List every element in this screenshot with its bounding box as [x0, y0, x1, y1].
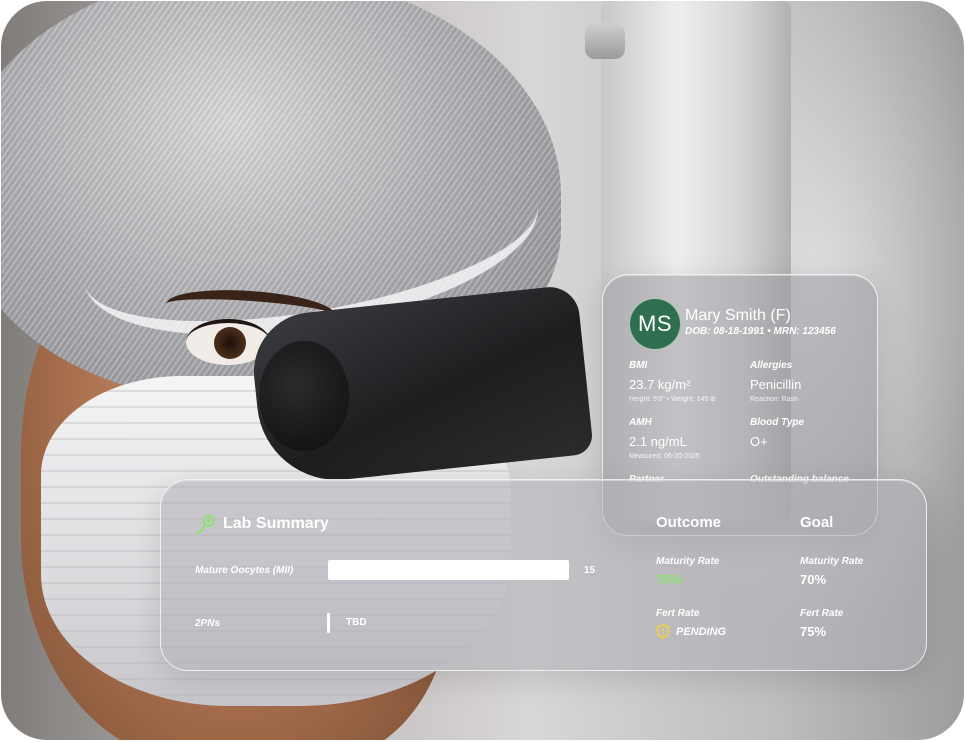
bmi-field: BMI 23.7 kg/m² Height: 5'6" • Weight: 14…: [629, 360, 716, 403]
iris: [214, 327, 246, 359]
lab-summary-card[interactable]: Lab Summary Mature Oocytes (MII) 15 2PNs…: [160, 479, 927, 671]
goal-maturity-value: 70%: [800, 572, 827, 587]
sperm-icon: [196, 515, 215, 534]
outcome-maturity: Maturity Rate 75%: [656, 556, 719, 587]
allergies-field: Allergies Penicillin Reaction: Rash: [750, 360, 801, 403]
amh-field: AMH 2.1 ng/mL Measured: 06-20-2025: [629, 417, 700, 460]
goal-fert-value: 75%: [800, 624, 827, 639]
allergies-label: Allergies: [750, 360, 793, 371]
outcome-heading: Outcome: [656, 514, 722, 531]
blood-type-label: Blood Type: [750, 417, 805, 428]
goal-maturity-label: Maturity Rate: [800, 556, 864, 567]
eyepiece-lens: [259, 341, 349, 451]
amh-sub: Measured: 06-20-2025: [629, 453, 700, 460]
avatar: MS: [629, 298, 681, 350]
2pns-value: TBD: [346, 617, 367, 628]
bmi-label: BMI: [629, 360, 648, 371]
lab-summary-heading: Lab Summary: [195, 513, 329, 535]
lab-summary-title: Lab Summary: [223, 515, 329, 532]
microscope-knob: [585, 23, 625, 59]
amh-value: 2.1 ng/mL: [629, 434, 687, 449]
shield-alert-icon: [656, 624, 670, 639]
blood-type-value: O+: [750, 434, 768, 449]
2pns-label: 2PNs: [195, 618, 221, 629]
mature-oocytes-bar: [328, 560, 569, 580]
outcome-fert-label: Fert Rate: [656, 608, 700, 619]
bmi-sub: Height: 5'6" • Weight: 145 lb: [629, 396, 716, 403]
outcome-fert-value: PENDING: [676, 625, 727, 638]
allergies-value: Penicillin: [750, 377, 802, 392]
patient-name: Mary Smith (F): [685, 307, 791, 324]
allergies-sub: Reaction: Rash: [750, 396, 798, 403]
blood-type-field: Blood Type O+: [750, 417, 804, 449]
mature-oocytes-value: 15: [584, 565, 596, 576]
outcome-fert: Fert Rate PENDING: [656, 608, 726, 639]
goal-fert-label: Fert Rate: [800, 608, 844, 619]
goal-heading: Goal: [800, 514, 834, 531]
outcome-fert-status: PENDING: [656, 624, 726, 639]
outcome-maturity-label: Maturity Rate: [656, 556, 720, 567]
hero-image: MS Mary Smith (F) DOB: 08-18-1991 • MRN:…: [1, 1, 964, 740]
amh-label: AMH: [629, 417, 652, 428]
outcome-maturity-value: 75%: [656, 572, 683, 587]
goal-maturity: Maturity Rate 70%: [800, 556, 863, 587]
patient-meta: DOB: 08-18-1991 • MRN: 123456: [685, 326, 836, 337]
2pns-bar: [327, 613, 330, 633]
mature-oocytes-label: Mature Oocytes (MII): [195, 565, 294, 576]
bmi-value: 23.7 kg/m²: [629, 377, 691, 392]
goal-fert: Fert Rate 75%: [800, 608, 843, 639]
